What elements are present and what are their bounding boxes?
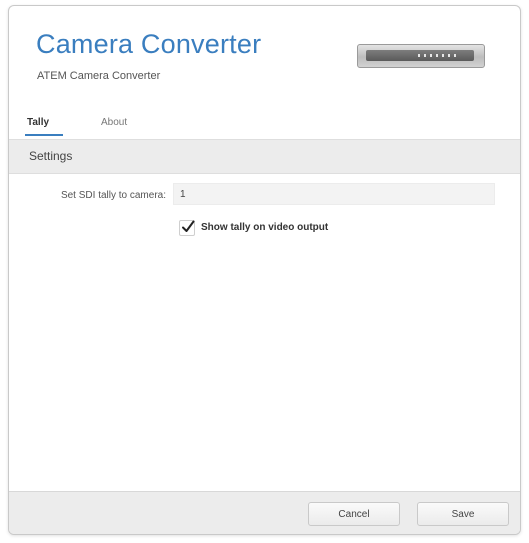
show-tally-label[interactable]: Show tally on video output	[201, 222, 328, 233]
tab-about[interactable]: About	[101, 117, 127, 128]
device-leds	[418, 54, 458, 57]
tab-bar: Tally About	[9, 109, 520, 136]
dialog-footer: Cancel Save	[9, 491, 520, 534]
show-tally-checkbox[interactable]	[179, 220, 195, 236]
device-image	[357, 44, 485, 68]
settings-section-header: Settings	[9, 139, 520, 174]
checkmark-icon	[182, 220, 195, 232]
device-name: ATEM Camera Converter	[37, 70, 161, 82]
cancel-button[interactable]: Cancel	[308, 502, 400, 526]
tab-tally[interactable]: Tally	[27, 117, 49, 128]
tally-camera-label: Set SDI tally to camera:	[60, 190, 166, 201]
section-title: Settings	[29, 149, 73, 163]
settings-window: Camera Converter ATEM Camera Converter T…	[8, 5, 521, 535]
page-title: Camera Converter	[36, 29, 262, 59]
tally-camera-input[interactable]	[173, 183, 495, 205]
save-button[interactable]: Save	[417, 502, 509, 526]
active-tab-indicator	[25, 134, 63, 136]
